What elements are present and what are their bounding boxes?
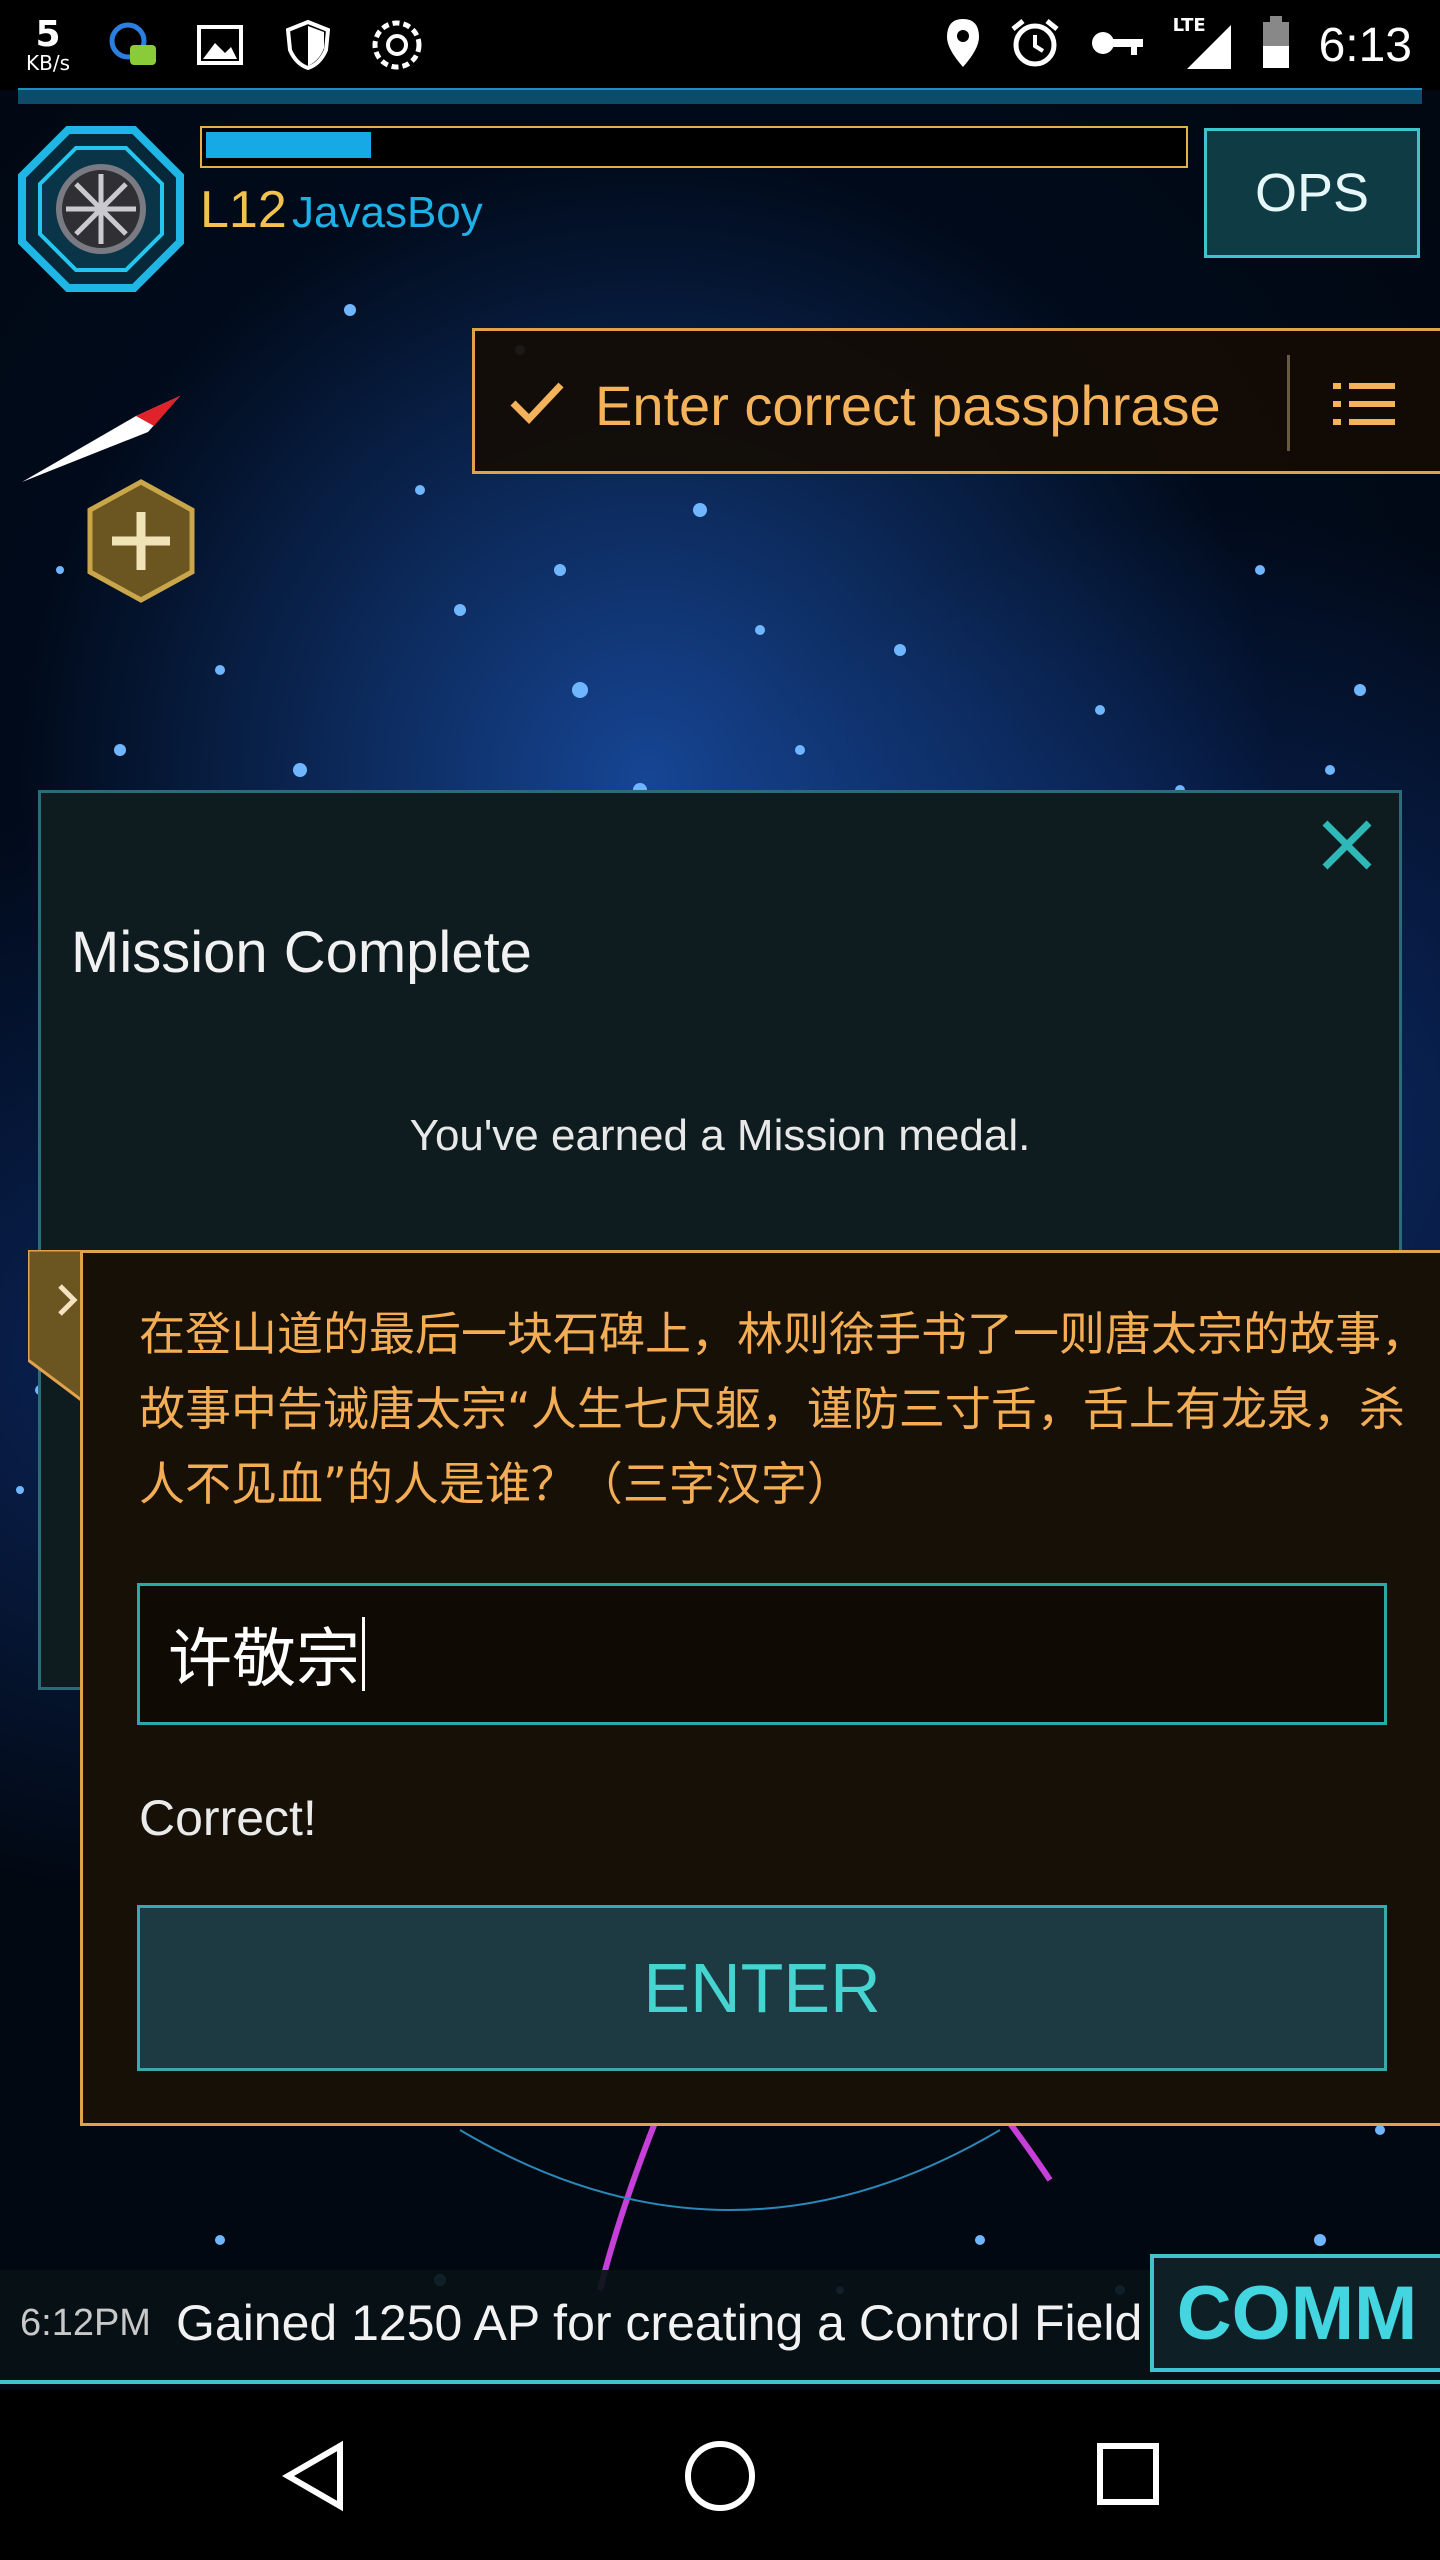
settings-gear-icon — [370, 19, 422, 71]
text-caret — [362, 1617, 365, 1691]
network-speed-value: 5 — [35, 14, 61, 55]
agent-level-badge-icon — [18, 126, 184, 292]
agent-name[interactable]: JavasBoy — [292, 188, 483, 238]
compass-pointer-icon[interactable] — [16, 392, 186, 492]
location-icon — [945, 17, 981, 73]
alarm-icon — [1009, 17, 1061, 73]
passphrase-question: 在登山道的最后一块石碑上，林则徐手书了一则唐太宗的故事，故事中告诫唐太宗“人生七… — [139, 1307, 1427, 1511]
image-icon — [194, 19, 246, 71]
add-hexagon-button[interactable] — [84, 478, 198, 604]
shield-icon — [282, 19, 334, 71]
mission-dialog-message: You've earned a Mission medal. — [409, 1111, 1031, 1160]
status-bar: 5 KB/s LTE 6:13 — [0, 0, 1440, 90]
mission-task-banner[interactable]: Enter correct passphrase — [472, 328, 1440, 474]
agent-level: L12 — [200, 181, 287, 239]
agent-avatar[interactable] — [16, 124, 186, 294]
recent-apps-icon[interactable] — [1096, 2442, 1160, 2506]
close-icon[interactable] — [1319, 817, 1375, 873]
passphrase-input[interactable]: 许敬宗 — [137, 1583, 1387, 1725]
key-icon — [1089, 28, 1145, 62]
battery-icon — [1261, 16, 1291, 74]
passphrase-input-value: 许敬宗 — [168, 1623, 360, 1697]
mission-dialog-title: Mission Complete — [71, 920, 532, 985]
task-label: Enter correct passphrase — [595, 374, 1221, 437]
checkmark-icon — [510, 382, 564, 425]
task-divider — [1287, 355, 1290, 451]
passphrase-dialog: 在登山道的最后一块石碑上，林则徐手书了一则唐太宗的故事，故事中告诫唐太宗“人生七… — [80, 1250, 1440, 2126]
comm-time: 6:12PM — [20, 2302, 151, 2344]
network-speed-unit: KB/s — [26, 51, 70, 75]
xp-progress-bar — [200, 126, 1188, 168]
signal-icon: LTE — [1173, 15, 1233, 71]
notification-chat-icon — [106, 19, 158, 71]
comm-message: Gained 1250 AP for creating a Control Fi… — [176, 2295, 1143, 2351]
enter-button[interactable]: ENTER — [137, 1905, 1387, 2071]
top-divider — [18, 88, 1422, 104]
home-icon[interactable] — [680, 2436, 760, 2516]
xp-progress-fill — [206, 132, 371, 158]
list-menu-icon[interactable] — [1333, 381, 1395, 427]
network-speed: 5 KB/s — [26, 14, 70, 75]
back-icon[interactable] — [280, 2440, 348, 2512]
comm-button[interactable]: COMM — [1150, 2254, 1440, 2372]
ops-button[interactable]: OPS — [1204, 128, 1420, 258]
passphrase-result: Correct! — [139, 1790, 317, 1846]
navigation-bar — [0, 2392, 1440, 2560]
clock-time: 6:13 — [1318, 18, 1412, 72]
